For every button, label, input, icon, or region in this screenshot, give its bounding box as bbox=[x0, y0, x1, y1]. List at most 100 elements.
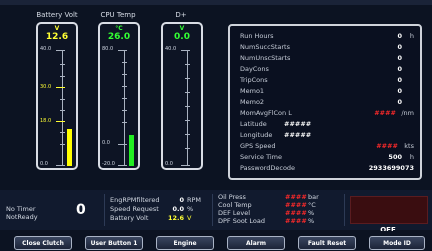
tick bbox=[56, 121, 65, 122]
info-value: 0 bbox=[397, 32, 402, 40]
engine-value: 0.0 bbox=[172, 205, 184, 213]
info-label: NumUnscStarts bbox=[240, 54, 291, 62]
timer-status: No Timer bbox=[6, 205, 36, 213]
user-button-1[interactable]: User Button 1 bbox=[85, 236, 143, 250]
gauge-bar bbox=[129, 135, 134, 166]
tick bbox=[56, 50, 65, 51]
info-value: 0 bbox=[397, 43, 402, 51]
info-unit: kts bbox=[404, 142, 414, 150]
engine-label: EngRPMfiltered bbox=[110, 196, 160, 204]
info-row-service-time: Service Time 500 h bbox=[240, 153, 414, 162]
tick-label: 0.0 bbox=[40, 161, 48, 167]
info-value: 0 bbox=[397, 76, 402, 84]
gauge-value: 26.0 bbox=[107, 32, 131, 42]
gauge-scale-line bbox=[124, 50, 125, 166]
gauge-bar bbox=[67, 129, 72, 166]
info-row-num-succ-starts: NumSuccStarts 0 bbox=[240, 43, 414, 52]
info-label: Latitude bbox=[240, 120, 267, 128]
fluid-label: DPF Soot Load bbox=[218, 217, 266, 225]
tick bbox=[185, 148, 190, 149]
info-label: MomAvgFlCon L bbox=[240, 109, 292, 117]
alarm-button[interactable]: Alarm bbox=[227, 236, 285, 250]
tick bbox=[122, 122, 127, 123]
tick bbox=[60, 110, 65, 111]
info-row-memo1: Memo1 0 bbox=[240, 87, 414, 96]
gauge-unit: V bbox=[179, 25, 185, 32]
info-row-longitude: Longitude ##### bbox=[240, 131, 414, 140]
ready-status: NotReady bbox=[6, 213, 38, 221]
info-value: #### bbox=[374, 109, 396, 117]
tick-label: 80.0 bbox=[102, 46, 114, 52]
info-label: PasswordDecode bbox=[240, 164, 296, 172]
info-value: 0 bbox=[397, 87, 402, 95]
info-unit: h bbox=[409, 153, 414, 161]
mode-id-button[interactable]: Mode ID bbox=[369, 236, 425, 250]
info-value: 0 bbox=[397, 65, 402, 73]
tick-label: 40.0 bbox=[165, 46, 177, 52]
tick bbox=[181, 50, 190, 51]
gauge-title-d-plus: D+ bbox=[175, 11, 187, 19]
info-row-num-unsc-starts: NumUnscStarts 0 bbox=[240, 54, 414, 63]
info-value: ##### bbox=[284, 131, 312, 139]
gauge-d-plus: V 0.0 40.0 0.0 bbox=[161, 22, 203, 170]
info-value: 500 bbox=[388, 153, 402, 161]
info-row-latitude: Latitude ##### bbox=[240, 120, 414, 129]
fluid-value: #### bbox=[285, 217, 307, 225]
gauge-unit: °C bbox=[115, 25, 123, 32]
info-row-day-cons: DayCons 0 bbox=[240, 65, 414, 74]
gauge-cpu-temp: °C 26.0 80.0 0.0 -20.0 bbox=[98, 22, 140, 170]
tick bbox=[185, 92, 190, 93]
tick bbox=[185, 120, 190, 121]
info-row-mom-avg-fl-con: MomAvgFlCon L #### /nm bbox=[240, 109, 414, 118]
tick bbox=[56, 87, 65, 88]
tick-label: 30.0 bbox=[40, 84, 52, 90]
tick-label: 18.0 bbox=[40, 118, 52, 124]
info-panel: Run Hours 0 h NumSuccStarts 0 NumUnscStarts… bbox=[228, 24, 422, 180]
info-row-trip-cons: TripCons 0 bbox=[240, 76, 414, 85]
fluid-label: Oil Press bbox=[218, 193, 246, 201]
engine-unit: % bbox=[187, 205, 194, 213]
tick-label: 0.0 bbox=[102, 140, 110, 146]
engine-unit: RPM bbox=[187, 196, 202, 204]
fluid-value: #### bbox=[285, 193, 307, 201]
tick bbox=[185, 106, 190, 107]
gauge-value: 12.6 bbox=[45, 32, 69, 42]
tick bbox=[185, 78, 190, 79]
tick bbox=[185, 64, 190, 65]
info-label: Memo2 bbox=[240, 98, 265, 106]
fluid-label: Cool Temp bbox=[218, 201, 252, 209]
divider bbox=[212, 194, 213, 226]
tick bbox=[118, 50, 127, 51]
close-clutch-button[interactable]: Close Clutch bbox=[14, 236, 72, 250]
controller-screen: Battery Volt V 12.6 40.0 30.0 18.0 0.0 C… bbox=[0, 0, 432, 251]
info-label: Memo1 bbox=[240, 87, 265, 95]
info-label: Service Time bbox=[240, 153, 282, 161]
fluid-value: #### bbox=[285, 209, 307, 217]
fault-reset-button[interactable]: Fault Reset bbox=[298, 236, 356, 250]
info-value: 2933699073 bbox=[368, 164, 414, 172]
gauge-scale-line bbox=[62, 50, 63, 166]
tick bbox=[60, 144, 65, 145]
status-panel: No Timer NotReady 0 EngRPMfiltered 0 RPM… bbox=[0, 190, 432, 230]
info-value: ##### bbox=[284, 120, 312, 128]
info-row-password-decode: PasswordDecode 2933699073 bbox=[240, 164, 414, 173]
engine-label: Battery Volt bbox=[110, 214, 149, 222]
fluid-unit: % bbox=[308, 217, 315, 225]
tick bbox=[122, 98, 127, 99]
engine-value: 0 bbox=[179, 196, 184, 204]
fluid-unit: °C bbox=[308, 201, 316, 209]
tick bbox=[60, 132, 65, 133]
info-label: GPS Speed bbox=[240, 142, 276, 150]
tick bbox=[118, 165, 127, 166]
info-unit: h bbox=[409, 32, 414, 40]
engine-label: Speed Request bbox=[110, 205, 159, 213]
gauge-title-cpu-temp: CPU Temp bbox=[100, 11, 136, 19]
info-label: Longitude bbox=[240, 131, 273, 139]
tick bbox=[60, 99, 65, 100]
engine-button[interactable]: Engine bbox=[156, 236, 214, 250]
gauge-unit: V bbox=[54, 25, 60, 32]
info-value: 0 bbox=[397, 98, 402, 106]
tick bbox=[56, 165, 65, 166]
info-row-gps-speed: GPS Speed #### kts bbox=[240, 142, 414, 151]
tick bbox=[185, 134, 190, 135]
